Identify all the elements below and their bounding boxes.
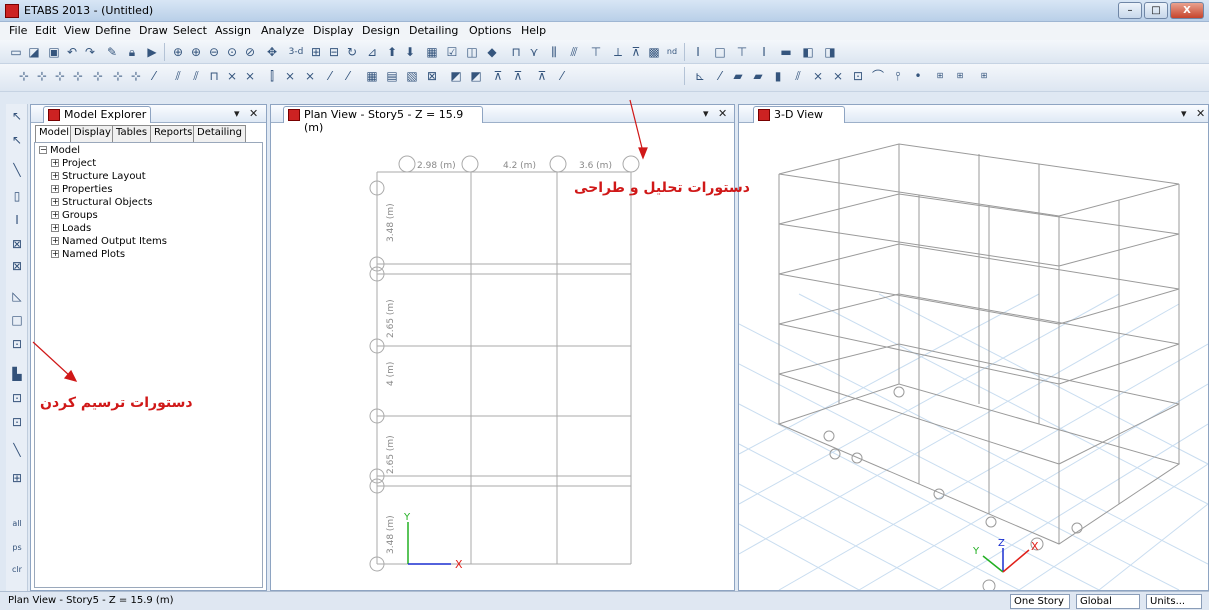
analysis-annotation: دستورات تحلیل و طراحی bbox=[574, 180, 750, 196]
status-bar: Plan View - Story5 - Z = 15.9 (m) One St… bbox=[0, 591, 1209, 610]
drawing-annotation: دستورات ترسیم کردن bbox=[40, 395, 193, 411]
drawing-arrow bbox=[32, 341, 71, 377]
analysis-arrow-head bbox=[638, 147, 648, 160]
analysis-arrow bbox=[629, 99, 644, 153]
annotation-arrows bbox=[32, 99, 648, 382]
coord-system-select[interactable]: Global bbox=[1076, 594, 1140, 609]
status-text: Plan View - Story5 - Z = 15.9 (m) bbox=[8, 595, 174, 606]
units-button[interactable]: Units... bbox=[1146, 594, 1202, 609]
story-selector[interactable]: One Story bbox=[1010, 594, 1070, 609]
